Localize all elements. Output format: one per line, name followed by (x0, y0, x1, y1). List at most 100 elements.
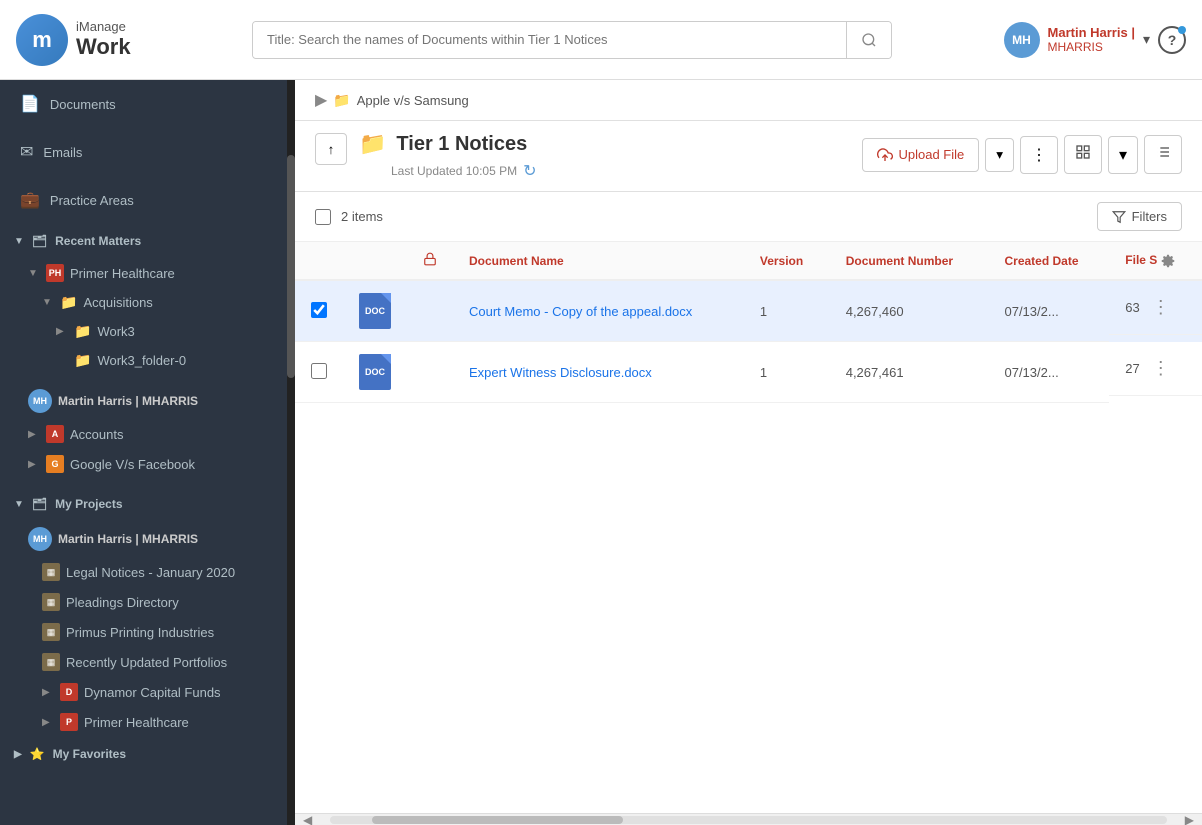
table-toolbar: 2 items Filters (295, 192, 1202, 242)
upload-file-button[interactable]: Upload File (862, 138, 980, 172)
sidebar-project-primus[interactable]: ▦ Primus Printing Industries (0, 617, 295, 647)
sidebar-project-legal-notices[interactable]: ▦ Legal Notices - January 2020 (0, 557, 295, 587)
app-header: m iManage Work MH Martin Harris | MHARRI… (0, 0, 1202, 80)
myprojects-user-label: Martin Harris | MHARRIS (58, 532, 198, 546)
sidebar-project-primer-healthcare[interactable]: ▶ P Primer Healthcare (0, 707, 295, 737)
doc-number-value: 4,267,461 (846, 365, 904, 380)
columns-button[interactable] (1144, 135, 1182, 174)
primer-hc-project-icon: P (60, 713, 78, 731)
portfolios-label: Recently Updated Portfolios (66, 655, 227, 670)
sidebar-myprojects-user: MH Martin Harris | MHARRIS (0, 521, 295, 557)
user-avatar: MH (1004, 22, 1040, 58)
google-fb-icon: G (46, 455, 64, 473)
sidebar-item-documents-label: Documents (50, 97, 116, 112)
col-version[interactable]: Version (744, 242, 830, 280)
my-projects-section[interactable]: ▼ 🗂 My Projects (0, 487, 295, 521)
sidebar-item-acquisitions[interactable]: ▼ 📁 Acquisitions (0, 288, 295, 317)
doc-name-link[interactable]: Court Memo - Copy of the appeal.docx (469, 304, 692, 319)
scroll-left-arrow[interactable]: ◀ (295, 813, 320, 825)
work3-folder0-icon: 📁 (74, 352, 91, 369)
my-favorites-section[interactable]: ▶ ⭐ My Favorites (0, 737, 295, 771)
folder-header: ↑ 📁 Tier 1 Notices Last Updated 10:05 PM… (295, 121, 1202, 192)
sidebar-item-practice-areas[interactable]: 💼 Practice Areas (0, 176, 295, 224)
breadcrumb-folder-icon: 📁 (333, 92, 350, 109)
user-id: MHARRIS (1048, 40, 1135, 54)
pleadings-icon: ▦ (42, 593, 60, 611)
table-header-row: Document Name Version Document Number Cr… (295, 242, 1202, 280)
sidebar-project-portfolios[interactable]: ▦ Recently Updated Portfolios (0, 647, 295, 677)
sidebar-project-pleadings[interactable]: ▦ Pleadings Directory (0, 587, 295, 617)
primus-label: Primus Printing Industries (66, 625, 214, 640)
sidebar-item-google-vs-facebook[interactable]: ▶ G Google V/s Facebook (0, 449, 295, 479)
created-date-value: 07/13/2... (1004, 365, 1058, 380)
my-favorites-chevron: ▶ (14, 749, 22, 760)
my-projects-chevron: ▼ (14, 499, 24, 510)
table-body: DOC Court Memo - Copy of the appeal.docx… (295, 280, 1202, 403)
recent-matters-icon: 🗂 (32, 234, 47, 248)
row-menu-button[interactable]: ⋮ (1148, 293, 1174, 322)
view-toggle-button[interactable] (1064, 135, 1102, 174)
col-checkbox (295, 242, 343, 280)
my-favorites-label: My Favorites (53, 747, 126, 761)
sidebar-scrollbar-track (287, 80, 295, 825)
sidebar-item-emails[interactable]: ✉ Emails (0, 128, 295, 176)
sidebar-item-primer-healthcare-recent[interactable]: ▼ PH Primer Healthcare (0, 258, 295, 288)
doc-name-link[interactable]: Expert Witness Disclosure.docx (469, 365, 652, 380)
col-file-size[interactable]: File S (1109, 242, 1202, 280)
file-size-value: 63 (1125, 300, 1139, 315)
acquisitions-folder-icon: 📁 (60, 294, 77, 311)
work3-label: Work3 (97, 324, 134, 339)
legal-notices-icon: ▦ (42, 563, 60, 581)
search-input[interactable] (253, 22, 846, 57)
accounts-label: Accounts (70, 427, 123, 442)
folder-title: Tier 1 Notices (396, 133, 527, 156)
portfolios-icon: ▦ (42, 653, 60, 671)
file-size-value: 27 (1125, 361, 1139, 376)
recent-matters-section[interactable]: ▼ 🗂 Recent Matters (0, 224, 295, 258)
content-area: ▶ 📁 Apple v/s Samsung ↑ 📁 Tier 1 Notices… (295, 80, 1202, 825)
created-date-value: 07/13/2... (1004, 304, 1058, 319)
search-button[interactable] (846, 22, 891, 58)
more-options-button[interactable]: ⋮ (1020, 136, 1058, 174)
filter-button[interactable]: Filters (1097, 202, 1182, 231)
col-created-date[interactable]: Created Date (988, 242, 1109, 280)
select-all-checkbox[interactable] (315, 209, 331, 225)
back-button[interactable]: ↑ (315, 133, 347, 165)
folder-title-row: 📁 Tier 1 Notices (359, 131, 862, 157)
documents-icon: 📄 (20, 94, 40, 114)
matter-icon: PH (46, 264, 64, 282)
search-bar (252, 21, 892, 59)
sidebar-item-work3[interactable]: ▶ 📁 Work3 (0, 317, 295, 346)
view-chevron-button[interactable]: ▾ (1108, 136, 1138, 174)
sidebar-user-avatar: MH (28, 389, 52, 413)
sidebar-item-practice-areas-label: Practice Areas (50, 193, 134, 208)
acquisitions-label: Acquisitions (83, 295, 152, 310)
row-checkbox-0[interactable] (311, 302, 327, 318)
sidebar-item-documents[interactable]: 📄 Documents (0, 80, 295, 128)
sidebar-project-dynamor[interactable]: ▶ D Dynamor Capital Funds (0, 677, 295, 707)
bottom-scrollbar: ◀ ▶ (295, 813, 1202, 825)
refresh-icon[interactable]: ↻ (523, 161, 536, 181)
scroll-right-arrow[interactable]: ▶ (1177, 813, 1202, 825)
filter-label: Filters (1132, 209, 1167, 224)
help-button[interactable]: ? (1158, 26, 1186, 54)
row-menu-button[interactable]: ⋮ (1148, 354, 1174, 383)
pleadings-label: Pleadings Directory (66, 595, 179, 610)
row-checkbox-1[interactable] (311, 363, 327, 379)
col-doc-number[interactable]: Document Number (830, 242, 989, 280)
practice-areas-icon: 💼 (20, 190, 40, 210)
col-document-name[interactable]: Document Name (453, 242, 744, 280)
col-doctype (343, 242, 407, 280)
recent-matters-chevron: ▼ (14, 236, 24, 247)
upload-label: Upload File (899, 147, 965, 162)
sidebar-scrollbar-thumb[interactable] (287, 155, 295, 379)
upload-dropdown-button[interactable]: ▾ (985, 138, 1014, 172)
horizontal-scroll-thumb[interactable] (372, 816, 623, 824)
sidebar-item-accounts[interactable]: ▶ A Accounts (0, 419, 295, 449)
last-updated-label: Last Updated 10:05 PM (391, 164, 517, 178)
breadcrumb-parent-link[interactable]: Apple v/s Samsung (357, 93, 469, 108)
my-projects-icon: 🗂 (32, 497, 47, 511)
user-menu-chevron[interactable]: ▾ (1143, 31, 1150, 48)
sidebar-item-work3-folder0[interactable]: 📁 Work3_folder-0 (0, 346, 295, 375)
doc-number-value: 4,267,460 (846, 304, 904, 319)
